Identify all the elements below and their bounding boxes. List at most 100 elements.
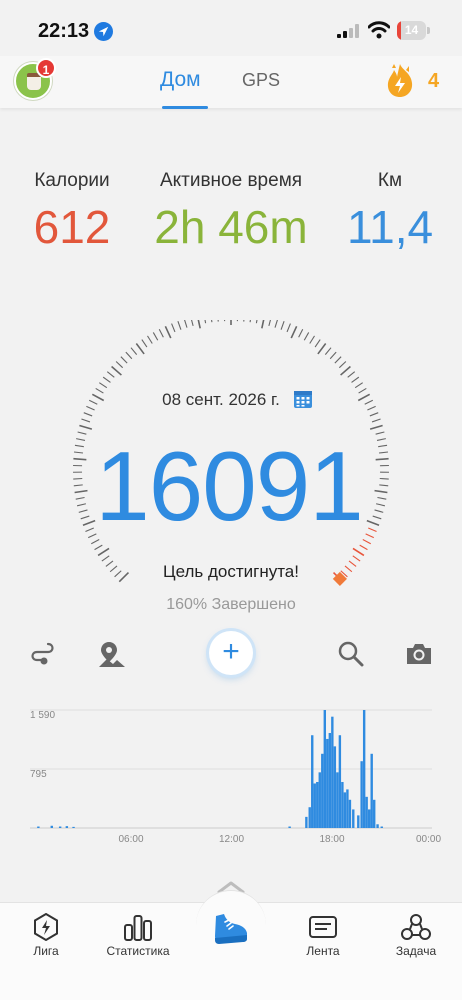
camera-icon[interactable] xyxy=(405,640,433,668)
gauge-tick xyxy=(329,351,337,360)
gauge-tick xyxy=(298,328,304,338)
location-arrow-icon xyxy=(94,22,113,41)
notification-badge: 1 xyxy=(36,58,56,78)
active-time-stat: Активное время 2h 46m xyxy=(143,170,319,254)
gauge-tick xyxy=(97,547,110,557)
chart-bar xyxy=(362,710,366,828)
chart-bar xyxy=(341,781,344,828)
gauge-tick xyxy=(268,320,271,327)
gauge-tick xyxy=(338,361,347,369)
nav-item-activity[interactable] xyxy=(196,890,266,960)
nav-item-task[interactable]: Задача xyxy=(376,913,456,958)
gauge-tick xyxy=(81,418,91,423)
chart-bar xyxy=(346,789,349,828)
active-time-value: 2h 46m xyxy=(154,201,308,253)
gauge-tick xyxy=(359,544,368,551)
x-tick-label: 00:00 xyxy=(416,834,441,845)
gauge-tick xyxy=(352,547,365,557)
chart-bar xyxy=(323,710,326,828)
chart-bar xyxy=(365,796,368,828)
chart-bar xyxy=(338,735,342,828)
gauge-tick xyxy=(101,555,110,562)
gauge-tick xyxy=(83,412,93,417)
wifi-icon xyxy=(368,21,390,39)
gauge-tick xyxy=(369,412,379,417)
steps-chart: 1 590 795 06:00 12:00 18:00 00:00 xyxy=(30,709,441,845)
feed-icon xyxy=(309,916,337,938)
gauge-tick xyxy=(286,323,291,333)
gauge-tick xyxy=(309,335,315,344)
chart-bar xyxy=(336,772,339,828)
gauge-tick xyxy=(120,356,128,364)
gauge-tick xyxy=(317,343,327,355)
gauge-tick xyxy=(158,328,164,338)
chart-bar xyxy=(72,826,75,828)
gauge-tick xyxy=(211,320,213,323)
chart-bar xyxy=(376,824,379,828)
task-icon xyxy=(401,914,431,940)
tab-home[interactable]: Дом xyxy=(160,68,201,92)
gauge-tick xyxy=(130,347,138,356)
nav-item-league[interactable]: Лига xyxy=(6,913,86,958)
battery-percent: 14 xyxy=(404,23,419,37)
plus-icon: + xyxy=(222,635,240,668)
distance-stat: Км 11,4 xyxy=(340,170,440,254)
calendar-icon[interactable] xyxy=(293,389,313,409)
route-icon[interactable] xyxy=(28,640,56,668)
calories-label: Калории xyxy=(34,170,110,191)
chart-bar xyxy=(305,816,308,828)
add-button[interactable]: + xyxy=(209,631,253,675)
gauge-tick xyxy=(147,335,153,344)
chart-bar xyxy=(318,772,321,828)
gauge-tick xyxy=(135,343,145,355)
map-pin-icon[interactable] xyxy=(97,640,125,668)
calories-stat: Калории 612 xyxy=(22,170,122,254)
calories-value: 612 xyxy=(33,201,111,253)
chart-bar xyxy=(308,807,311,828)
distance-label: Км xyxy=(377,170,403,191)
chart-bar xyxy=(380,826,383,828)
chart-bar xyxy=(311,735,314,828)
gauge-tick xyxy=(171,323,176,333)
x-tick-label: 18:00 xyxy=(320,834,345,845)
nav-item-stats[interactable]: Статистика xyxy=(98,913,178,958)
gauge-tick xyxy=(102,376,111,383)
chart-bar xyxy=(373,799,376,828)
chart-bar xyxy=(370,753,373,828)
chart-bar xyxy=(313,783,316,828)
gauge-tick xyxy=(324,347,332,356)
gauge-tick xyxy=(280,321,285,330)
x-tick-label: 12:00 xyxy=(219,834,244,845)
step-count: 16091 xyxy=(95,431,364,541)
gauge-tick xyxy=(255,320,258,324)
top-navigation: 1 Дом GPS 4 xyxy=(0,56,462,109)
nav-item-feed[interactable]: Лента xyxy=(283,913,363,958)
gauge-tick xyxy=(249,320,251,323)
cellular-signal-icon xyxy=(337,24,359,38)
chart-bar xyxy=(333,746,337,828)
gauge-tick xyxy=(204,320,207,324)
chart-bar xyxy=(326,738,329,828)
active-time-label: Активное время xyxy=(159,170,303,191)
gauge-tick xyxy=(177,321,182,330)
chart-bar xyxy=(352,809,355,828)
gauge-tick xyxy=(243,320,245,322)
sneaker-icon xyxy=(215,914,247,944)
gauge-tick xyxy=(347,371,356,378)
gauge-tick xyxy=(354,382,363,389)
chart-bar xyxy=(316,781,319,828)
nav-label-feed: Лента xyxy=(306,944,340,958)
energy-flame-icon[interactable] xyxy=(384,62,416,98)
date-label[interactable]: 08 сент. 2026 г. xyxy=(0,390,442,410)
energy-count: 4 xyxy=(428,70,440,92)
tab-gps[interactable]: GPS xyxy=(242,70,280,91)
gauge-tick xyxy=(334,356,342,364)
gauge-tick xyxy=(340,365,351,376)
chart-bar xyxy=(37,826,40,828)
chart-bar xyxy=(328,733,332,828)
gauge-tick xyxy=(141,339,148,348)
gauge-tick xyxy=(261,320,265,329)
battery-icon: 14 xyxy=(397,21,430,40)
chart-bar xyxy=(348,799,352,828)
search-icon[interactable] xyxy=(337,640,365,668)
